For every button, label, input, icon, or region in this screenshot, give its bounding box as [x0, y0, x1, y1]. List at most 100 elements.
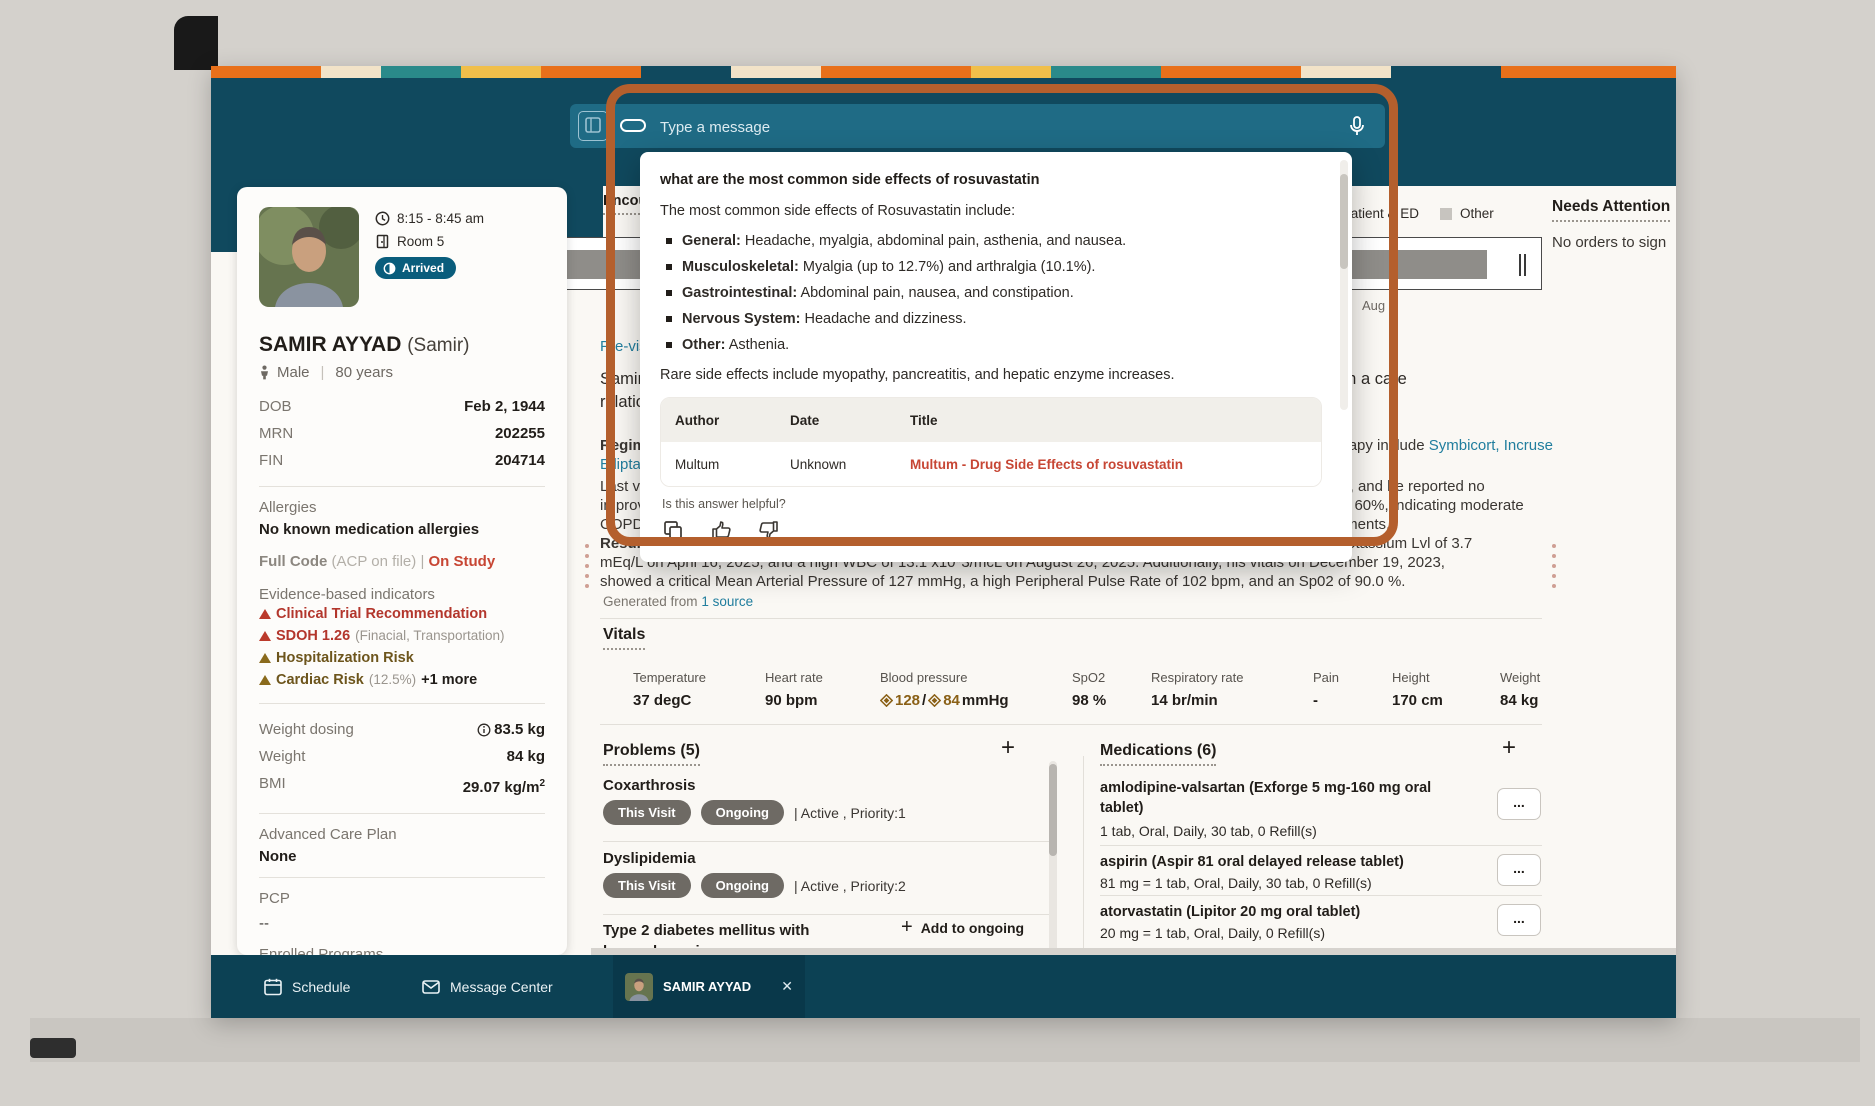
laptop-base	[30, 1018, 1860, 1062]
ehr-app-window: 8:15 - 8:45 am Room 5 Arrived SAMIR AYYA…	[211, 66, 1676, 1018]
medication-name[interactable]: atorvastatin (Lipitor 20 mg oral tablet)	[1100, 902, 1472, 922]
vital-blood-pressure: Blood pressure 128/84 mmHg	[880, 670, 1009, 709]
drag-handle-dots[interactable]	[585, 544, 589, 588]
allergies-label: Allergies	[259, 499, 545, 516]
vital-height: Height170 cm	[1392, 670, 1443, 709]
patient-name: SAMIR AYYAD (Samir)	[259, 333, 545, 357]
warning-icon	[259, 675, 271, 685]
more-indicators-link[interactable]: +1 more	[421, 669, 477, 691]
weight-row: Weight84 kg	[259, 743, 545, 770]
legend-other: Other	[1440, 206, 1494, 221]
vital-weight: Weight84 kg	[1500, 670, 1540, 709]
slider-right-handle[interactable]	[1515, 246, 1529, 283]
add-medication-button[interactable]: +	[1502, 734, 1516, 762]
row-divider	[1100, 845, 1542, 846]
medication-link[interactable]: Symbicort, Incruse	[1429, 437, 1553, 454]
indicator-clinical-trial[interactable]: Clinical Trial Recommendation	[259, 603, 545, 625]
drag-handle-dots[interactable]	[1552, 544, 1556, 588]
abnormal-diamond-icon	[880, 694, 893, 707]
vital-spo2: SpO298 %	[1072, 670, 1106, 709]
thumbs-down-button[interactable]	[758, 519, 780, 544]
patient-demographics: Male|80 years	[259, 364, 545, 381]
schedule-button[interactable]: Schedule	[263, 955, 350, 1018]
allergies-value: No known medication allergies	[259, 521, 545, 538]
screenshot-stage: 8:15 - 8:45 am Room 5 Arrived SAMIR AYYA…	[0, 0, 1875, 1106]
bottom-toolbar: Schedule Message Center SAMIR AYYAD ✕	[211, 955, 1676, 1018]
code-status: Full Code (ACP on file) | On Study	[259, 553, 545, 570]
thumbs-up-button[interactable]	[710, 519, 732, 544]
medication-menu-button[interactable]: ...	[1497, 854, 1541, 886]
indicator-sdoh[interactable]: SDOH 1.26(Finacial, Transportation)	[259, 625, 545, 647]
room-label: Room 5	[397, 234, 444, 249]
bullet-icon	[666, 290, 672, 296]
source-table: Author Date Title Multum Unknown Multum …	[660, 397, 1322, 487]
medication-menu-button[interactable]: ...	[1497, 788, 1541, 820]
problem-status: | Active , Priority:1	[794, 805, 906, 821]
needs-attention-heading: Needs Attention	[1552, 198, 1676, 222]
add-to-ongoing-button[interactable]: +Add to ongoing	[901, 916, 1024, 939]
warning-icon	[259, 631, 271, 641]
medication-details: 1 tab, Oral, Daily, 30 tab, 0 Refill(s)	[1100, 823, 1317, 839]
pcp-label: PCP	[259, 890, 545, 907]
this-visit-badge: This Visit	[603, 873, 691, 898]
answer-bullet: Musculoskeletal: Myalgia (up to 12.7%) a…	[666, 258, 1322, 276]
decorative-banner	[211, 66, 1676, 78]
popup-scrollbar[interactable]	[1340, 160, 1348, 410]
indicator-hospitalization[interactable]: Hospitalization Risk	[259, 647, 545, 669]
ebi-label: Evidence-based indicators	[259, 586, 545, 603]
timeline-axis-label: Aug	[1362, 298, 1385, 313]
bullet-icon	[666, 238, 672, 244]
on-study-link[interactable]: On Study	[429, 553, 496, 570]
patient-tab-avatar	[625, 973, 653, 1001]
rare-side-effects-note: Rare side effects include myopathy, panc…	[660, 367, 1322, 383]
microphone-icon[interactable]	[1345, 114, 1369, 138]
patient-tab[interactable]: SAMIR AYYAD ✕	[613, 955, 805, 1018]
answer-bullet: Other: Asthenia.	[666, 336, 1322, 354]
message-center-button[interactable]: Message Center	[421, 955, 553, 1018]
warning-icon	[259, 609, 271, 619]
bullet-icon	[666, 316, 672, 322]
row-divider	[603, 914, 1049, 915]
copy-button[interactable]	[662, 519, 684, 544]
weight-dosing-row: Weight dosing83.5 kg	[259, 716, 545, 743]
source-table-header: Author Date Title	[661, 398, 1321, 442]
chat-message-input[interactable]	[658, 104, 1676, 150]
acp-value: None	[259, 848, 545, 865]
arrived-icon	[383, 262, 396, 275]
appointment-time: 8:15 - 8:45 am	[397, 211, 484, 226]
room-icon	[375, 234, 390, 249]
add-problem-button[interactable]: +	[1001, 734, 1015, 762]
bmi-row: BMI29.07 kg/m2	[259, 770, 545, 801]
mrn-row: MRN202255	[259, 420, 545, 447]
laptop-frame-corner	[174, 16, 218, 70]
medication-name[interactable]: amlodipine-valsartan (Exforge 5 mg-160 m…	[1100, 778, 1472, 818]
source-title-link[interactable]: Multum - Drug Side Effects of rosuvastat…	[910, 457, 1321, 472]
legend-square-icon	[1440, 208, 1452, 220]
source-link[interactable]: 1 source	[701, 594, 753, 609]
patient-summary-card: 8:15 - 8:45 am Room 5 Arrived SAMIR AYYA…	[237, 187, 567, 955]
row-divider	[1100, 895, 1542, 896]
medication-link[interactable]: Ellipta	[600, 456, 641, 473]
user-question: what are the most common side effects of…	[660, 172, 1322, 188]
problem-name[interactable]: Dyslipidemia	[603, 850, 696, 867]
problem-name[interactable]: Coxarthrosis	[603, 777, 696, 794]
ongoing-badge: Ongoing	[701, 873, 784, 898]
info-icon	[477, 723, 491, 737]
medication-menu-button[interactable]: ...	[1497, 904, 1541, 936]
bullet-icon	[666, 342, 672, 348]
fin-row: FIN204714	[259, 447, 545, 474]
medication-name[interactable]: aspirin (Aspir 81 oral delayed release t…	[1100, 852, 1472, 872]
indicator-cardiac[interactable]: Cardiac Risk(12.5%)+1 more	[259, 669, 545, 691]
problem-badges: This Visit Ongoing | Active , Priority:2	[603, 873, 906, 898]
patient-tab-label: SAMIR AYYAD	[663, 979, 751, 994]
clock-icon	[375, 211, 390, 226]
assistant-panel-toggle-button[interactable]	[578, 111, 608, 141]
status-badge: Arrived	[375, 257, 456, 279]
answer-intro: The most common side effects of Rosuvast…	[660, 203, 1322, 219]
answer-bullet: Gastrointestinal: Abdominal pain, nausea…	[666, 284, 1322, 302]
medications-heading: Medications (6)	[1100, 742, 1216, 766]
problems-scrollbar[interactable]	[1049, 761, 1057, 955]
close-icon[interactable]: ✕	[781, 978, 793, 995]
assistant-chat-bar[interactable]	[570, 104, 1385, 148]
answer-bullet: General: Headache, myalgia, abdominal pa…	[666, 232, 1322, 250]
